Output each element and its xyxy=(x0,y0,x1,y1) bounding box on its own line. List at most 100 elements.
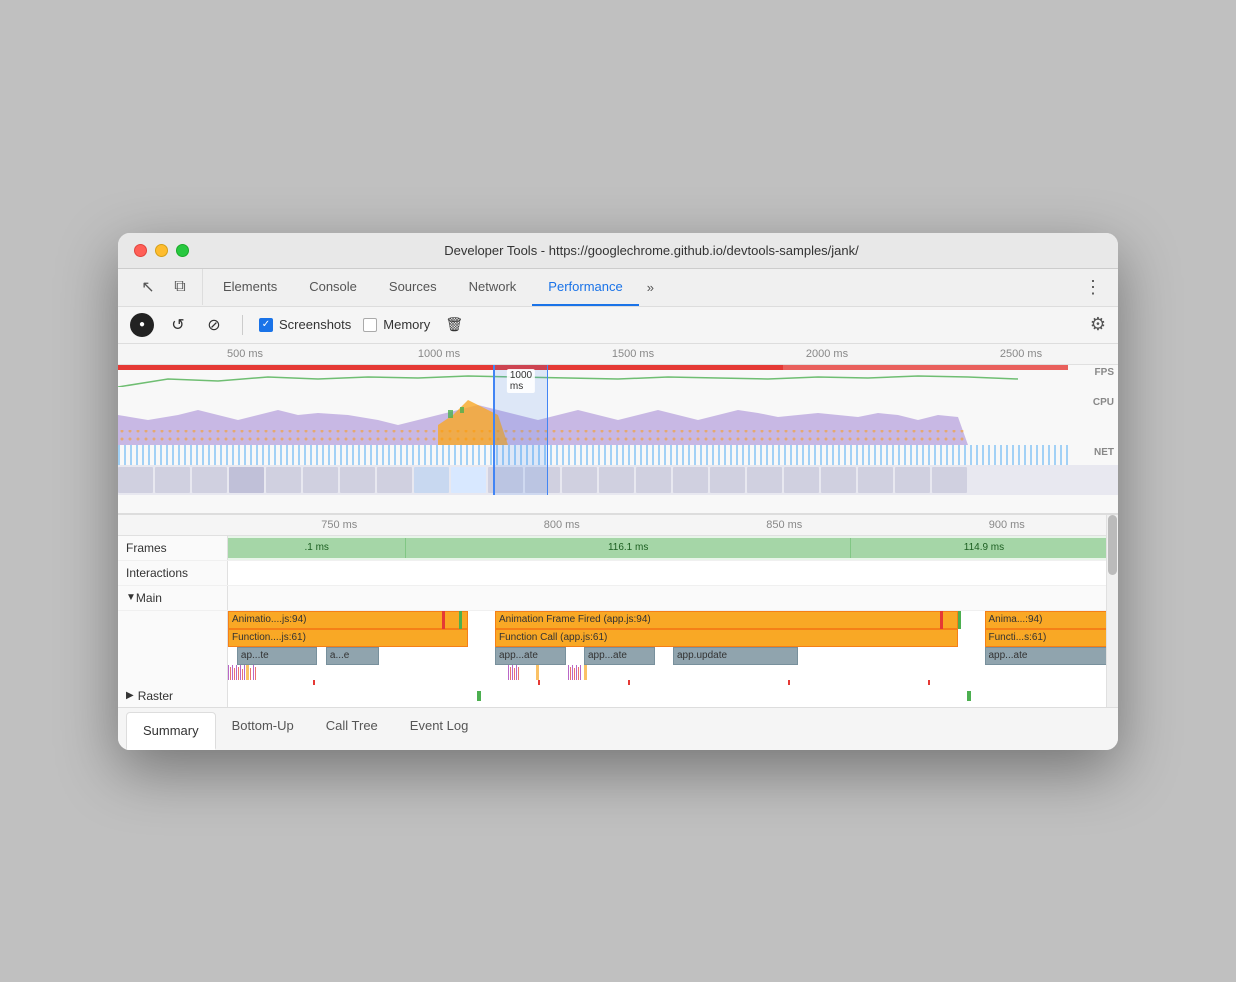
flame-row-markers xyxy=(118,665,1118,685)
flame-bar-app-4[interactable]: app.update xyxy=(673,647,798,665)
tab-network[interactable]: Network xyxy=(453,269,533,306)
screenshots-toggle[interactable]: ✓ Screenshots xyxy=(259,317,351,332)
detail-mark-2: 850 ms xyxy=(673,519,896,531)
traffic-lights xyxy=(134,244,189,257)
record-button[interactable]: ● xyxy=(130,313,154,337)
memory-checkbox[interactable] xyxy=(363,318,377,332)
green-marker-0 xyxy=(459,611,462,629)
refresh-button[interactable]: ↺ xyxy=(166,313,190,337)
window-title: Developer Tools - https://googlechrome.g… xyxy=(201,243,1102,258)
tab-bottom-up[interactable]: Bottom-Up xyxy=(216,708,310,750)
maximize-button[interactable] xyxy=(176,244,189,257)
scrollbar[interactable] xyxy=(1106,515,1118,707)
flame-label-1 xyxy=(118,611,228,629)
raster-triangle[interactable]: ▶ xyxy=(126,690,134,701)
frame-block-1: 116.1 ms xyxy=(406,538,851,558)
red-marker-0 xyxy=(442,611,445,629)
raster-track: ▶ Raster xyxy=(118,685,1118,707)
main-tabs: Elements Console Sources Network Perform… xyxy=(203,269,1076,306)
flame-bar-anim-0[interactable]: Animatio....js:94) xyxy=(228,611,468,629)
raster-dot-1 xyxy=(967,691,971,701)
overview-ruler: 500 ms 1000 ms 1500 ms 2000 ms 2500 ms xyxy=(118,344,1118,365)
timeline-overview[interactable]: 500 ms 1000 ms 1500 ms 2000 ms 2500 ms xyxy=(118,344,1118,514)
detail-mark-1: 800 ms xyxy=(451,519,674,531)
toolbar-divider xyxy=(242,315,243,335)
detail-mark-3: 900 ms xyxy=(896,519,1119,531)
frames-content: .1 ms 116.1 ms 114.9 ms xyxy=(228,536,1118,560)
selection-label: 1000 ms xyxy=(507,369,535,393)
flame-bar-anim-2[interactable]: Anima...:94) xyxy=(985,611,1110,629)
flame-bar-app-5[interactable]: app...ate xyxy=(985,647,1110,665)
main-label: ▼ Main xyxy=(118,586,228,610)
flame-bar-app-3[interactable]: app...ate xyxy=(584,647,655,665)
screenshots-checkbox[interactable]: ✓ xyxy=(259,318,273,332)
ruler-mark-1: 1000 ms xyxy=(342,348,536,360)
bottom-tabs: Summary Bottom-Up Call Tree Event Log xyxy=(118,707,1118,750)
frames-label: Frames xyxy=(118,536,228,560)
ruler-mark-4: 2500 ms xyxy=(924,348,1118,360)
main-content-empty xyxy=(228,586,1118,610)
device-icon[interactable]: ⧉ xyxy=(166,273,194,301)
main-toolbar: ↖ ⧉ Elements Console Sources Network Per… xyxy=(118,269,1118,307)
inspect-icon[interactable]: ↖ xyxy=(134,273,162,301)
main-section-header: ▼ Main xyxy=(118,586,1118,611)
flame-bar-app-2[interactable]: app...ate xyxy=(495,647,566,665)
close-button[interactable] xyxy=(134,244,147,257)
memory-label: Memory xyxy=(383,317,430,332)
ruler-mark-3: 2000 ms xyxy=(730,348,924,360)
tab-event-log[interactable]: Event Log xyxy=(394,708,485,750)
detail-area: 750 ms 800 ms 850 ms 900 ms Frames .1 ms… xyxy=(118,514,1118,707)
flame-content-markers xyxy=(228,665,1118,685)
devtools-window: Developer Tools - https://googlechrome.g… xyxy=(118,233,1118,750)
stop-button[interactable]: ⊘ xyxy=(202,313,226,337)
ruler-mark-0: 500 ms xyxy=(148,348,342,360)
flame-row-appupdate: ap...te a...e app...ate app...ate app.up… xyxy=(118,647,1118,665)
tab-summary[interactable]: Summary xyxy=(126,712,216,750)
flame-bar-func-0[interactable]: Function....js:61) xyxy=(228,629,468,647)
timeline-selection[interactable]: 1000 ms xyxy=(493,365,548,495)
frame-block-2: 114.9 ms xyxy=(851,538,1118,558)
minimize-button[interactable] xyxy=(155,244,168,257)
fps-track: FPS xyxy=(118,365,1118,395)
memory-toggle[interactable]: Memory xyxy=(363,317,430,332)
menu-icon[interactable]: ⋮ xyxy=(1076,269,1110,306)
flame-bar-func-1[interactable]: Function Call (app.js:61) xyxy=(495,629,958,647)
detail-ruler: 750 ms 800 ms 850 ms 900 ms xyxy=(118,515,1118,536)
frames-track: Frames .1 ms 116.1 ms 114.9 ms xyxy=(118,536,1118,561)
ruler-mark-2: 1500 ms xyxy=(536,348,730,360)
frame-block-0: .1 ms xyxy=(228,538,406,558)
fps-graph xyxy=(118,371,1068,387)
flame-bar-anim-1[interactable]: Animation Frame Fired (app.js:94) xyxy=(495,611,958,629)
cpu-track: CPU xyxy=(118,395,1118,445)
flame-label-3 xyxy=(118,647,228,665)
tab-call-tree[interactable]: Call Tree xyxy=(310,708,394,750)
tab-sources[interactable]: Sources xyxy=(373,269,453,306)
net-track: NET xyxy=(118,445,1118,465)
flame-content-1: Animatio....js:94) Animation Frame Fired… xyxy=(228,611,1118,629)
tab-performance[interactable]: Performance xyxy=(532,269,638,306)
interactions-content xyxy=(228,561,1118,585)
cpu-label: CPU xyxy=(1093,397,1114,408)
detail-mark-0: 750 ms xyxy=(228,519,451,531)
flame-label-2 xyxy=(118,629,228,647)
tab-console[interactable]: Console xyxy=(293,269,373,306)
interactions-label: Interactions xyxy=(118,561,228,585)
raster-dot-0 xyxy=(477,691,481,701)
tab-elements[interactable]: Elements xyxy=(207,269,293,306)
collapse-triangle[interactable]: ▼ xyxy=(126,592,136,603)
net-label: NET xyxy=(1094,447,1114,458)
fps-label: FPS xyxy=(1095,367,1114,378)
perf-toolbar: ● ↺ ⊘ ✓ Screenshots Memory 🗑 ⚙ xyxy=(118,307,1118,344)
raster-label: ▶ Raster xyxy=(118,685,228,707)
settings-icon[interactable]: ⚙ xyxy=(1090,314,1106,335)
scrollbar-thumb[interactable] xyxy=(1108,515,1117,575)
tab-more[interactable]: » xyxy=(639,272,662,303)
flame-bar-app-0[interactable]: ap...te xyxy=(237,647,317,665)
flame-bar-func-2[interactable]: Functi...s:61) xyxy=(985,629,1110,647)
red-marker-1 xyxy=(940,611,943,629)
flame-content-2: Function....js:61) Function Call (app.js… xyxy=(228,629,1118,647)
toolbar-icons: ↖ ⧉ xyxy=(126,269,203,305)
screenshots-label: Screenshots xyxy=(279,317,351,332)
flame-bar-app-1[interactable]: a...e xyxy=(326,647,379,665)
trash-button[interactable]: 🗑 xyxy=(442,313,466,337)
